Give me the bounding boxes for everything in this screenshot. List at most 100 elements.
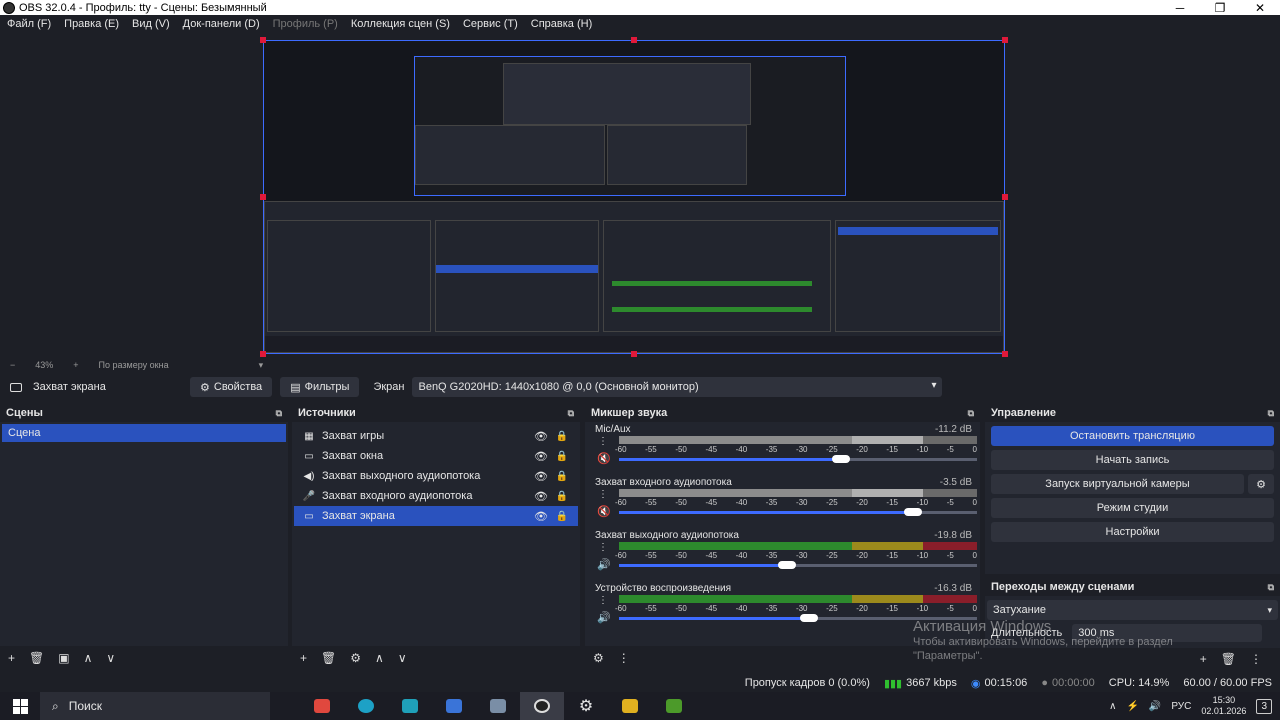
remove-transition-button[interactable]: 🗑	[1221, 652, 1236, 666]
scene-filters-button[interactable]: ▣	[58, 651, 69, 665]
popout-icon[interactable]: ⧉	[568, 408, 574, 419]
menu-view[interactable]: Вид (V)	[132, 18, 170, 30]
channel-menu-icon[interactable]: ⋮	[598, 595, 608, 606]
channel-menu-icon[interactable]: ⋮	[598, 542, 608, 553]
zoom-fit-select[interactable]: По размеру окна	[99, 360, 169, 370]
lock-icon[interactable]: 🔒	[556, 431, 568, 442]
filters-button[interactable]: ▤ Фильтры	[280, 377, 360, 397]
menu-scene-collection[interactable]: Коллекция сцен (S)	[351, 18, 450, 30]
source-item-window[interactable]: ▭ Захват окна 👁 🔒	[294, 446, 578, 466]
source-properties-button[interactable]: ⚙	[350, 651, 361, 665]
volume-knob[interactable]	[903, 508, 922, 516]
taskbar-app-red-icon[interactable]	[300, 692, 344, 720]
volume-slider[interactable]	[619, 455, 977, 463]
taskbar-app-teal-icon[interactable]	[388, 692, 432, 720]
eye-icon[interactable]: 👁	[534, 490, 548, 503]
lock-icon[interactable]: 🔒	[556, 471, 568, 482]
taskbar-search[interactable]: ⌕ Поиск	[40, 692, 270, 720]
tray-chevron-icon[interactable]: ∧	[1109, 701, 1116, 712]
preview-area[interactable]	[0, 33, 1280, 358]
scene-item[interactable]: Сцена	[2, 424, 286, 442]
start-button[interactable]	[0, 698, 40, 714]
preview-canvas[interactable]	[260, 37, 1008, 357]
file-explorer-icon[interactable]	[476, 692, 520, 720]
zoom-out-button[interactable]: −	[10, 360, 15, 370]
volume-knob[interactable]	[799, 614, 818, 622]
network-icon[interactable]: ⚡	[1126, 701, 1138, 712]
resize-handle-br[interactable]	[1002, 351, 1008, 357]
studio-mode-button[interactable]: Режим студии	[991, 498, 1274, 518]
lock-icon[interactable]: 🔒	[556, 491, 568, 502]
mute-icon[interactable]: 🔇	[597, 452, 611, 465]
resize-handle-l[interactable]	[260, 194, 266, 200]
virtual-camera-gear-icon[interactable]: ⚙	[1248, 474, 1274, 494]
mixer-menu-button[interactable]: ⋮	[618, 651, 630, 665]
resize-handle-tl[interactable]	[260, 37, 266, 43]
mute-icon[interactable]: 🔊	[597, 611, 611, 624]
nvidia-icon[interactable]	[652, 692, 696, 720]
menu-edit[interactable]: Правка (E)	[64, 18, 119, 30]
move-source-up-button[interactable]: ∧	[375, 651, 384, 665]
taskbar-app-yellow-icon[interactable]	[608, 692, 652, 720]
notifications-icon[interactable]: 3	[1256, 698, 1272, 714]
move-scene-down-button[interactable]: ∨	[106, 651, 115, 665]
popout-icon[interactable]: ⧉	[276, 408, 282, 419]
volume-icon[interactable]: 🔊	[1149, 701, 1161, 712]
eye-icon[interactable]: 👁	[534, 470, 548, 483]
volume-slider[interactable]	[619, 508, 977, 516]
lang-indicator[interactable]: РУС	[1171, 701, 1191, 712]
popout-icon[interactable]: ⧉	[1268, 408, 1274, 419]
eye-icon[interactable]: 👁	[534, 510, 548, 523]
screen-select[interactable]: BenQ G2020HD: 1440x1080 @ 0,0 (Основной …	[412, 377, 943, 397]
zoom-dropdown-icon[interactable]: ▾	[259, 360, 264, 371]
taskbar-app-blue-icon[interactable]	[432, 692, 476, 720]
properties-button[interactable]: ⚙ Свойства	[190, 377, 273, 397]
source-item-screen[interactable]: ▭ Захват экрана 👁 🔒	[294, 506, 578, 526]
remove-source-button[interactable]: 🗑	[321, 651, 336, 665]
remove-scene-button[interactable]: 🗑	[29, 651, 44, 665]
mixer-settings-button[interactable]: ⚙	[593, 651, 604, 665]
eye-icon[interactable]: 👁	[534, 450, 548, 463]
stop-stream-button[interactable]: Остановить трансляцию	[991, 426, 1274, 446]
source-item-audio-out[interactable]: ◀) Захват выходного аудиопотока 👁 🔒	[294, 466, 578, 486]
volume-slider[interactable]	[619, 561, 977, 569]
resize-handle-bl[interactable]	[260, 351, 266, 357]
menu-docks[interactable]: Док-панели (D)	[183, 18, 260, 30]
maximize-button[interactable]: ❐	[1200, 1, 1240, 15]
mute-icon[interactable]: 🔊	[597, 558, 611, 571]
channel-menu-icon[interactable]: ⋮	[598, 489, 608, 500]
add-scene-button[interactable]: +	[8, 651, 15, 665]
edge-icon[interactable]	[344, 692, 388, 720]
source-item-game[interactable]: ▦ Захват игры 👁 🔒	[294, 426, 578, 446]
mute-icon[interactable]: 🔇	[597, 505, 611, 518]
channel-menu-icon[interactable]: ⋮	[598, 436, 608, 447]
lock-icon[interactable]: 🔒	[556, 451, 568, 462]
add-transition-button[interactable]: +	[1200, 652, 1207, 666]
obs-taskbar-icon[interactable]	[520, 692, 564, 720]
lock-icon[interactable]: 🔒	[556, 511, 568, 522]
settings-button[interactable]: Настройки	[991, 522, 1274, 542]
source-item-audio-in[interactable]: 🎤 Захват входного аудиопотока 👁 🔒	[294, 486, 578, 506]
resize-handle-b[interactable]	[631, 351, 637, 357]
volume-knob[interactable]	[778, 561, 797, 569]
volume-knob[interactable]	[831, 455, 850, 463]
move-scene-up-button[interactable]: ∧	[84, 651, 93, 665]
add-source-button[interactable]: +	[300, 651, 307, 665]
menu-help[interactable]: Справка (H)	[531, 18, 592, 30]
transition-select[interactable]: Затухание ▾	[987, 600, 1278, 620]
resize-handle-t[interactable]	[631, 37, 637, 43]
resize-handle-tr[interactable]	[1002, 37, 1008, 43]
start-record-button[interactable]: Начать запись	[991, 450, 1274, 470]
popout-icon[interactable]: ⧉	[968, 408, 974, 419]
virtual-camera-button[interactable]: Запуск виртуальной камеры	[991, 474, 1244, 494]
clock[interactable]: 15:30 02.01.2026	[1201, 695, 1246, 717]
resize-handle-r[interactable]	[1002, 194, 1008, 200]
popout-icon[interactable]: ⧉	[1268, 582, 1274, 593]
eye-icon[interactable]: 👁	[534, 430, 548, 443]
close-button[interactable]: ✕	[1240, 1, 1280, 15]
settings-gear-icon[interactable]: ⚙	[564, 692, 608, 720]
menu-tools[interactable]: Сервис (T)	[463, 18, 518, 30]
minimize-button[interactable]: ─	[1160, 1, 1200, 15]
menu-file[interactable]: Файл (F)	[7, 18, 51, 30]
transition-menu-button[interactable]: ⋮	[1250, 652, 1262, 666]
